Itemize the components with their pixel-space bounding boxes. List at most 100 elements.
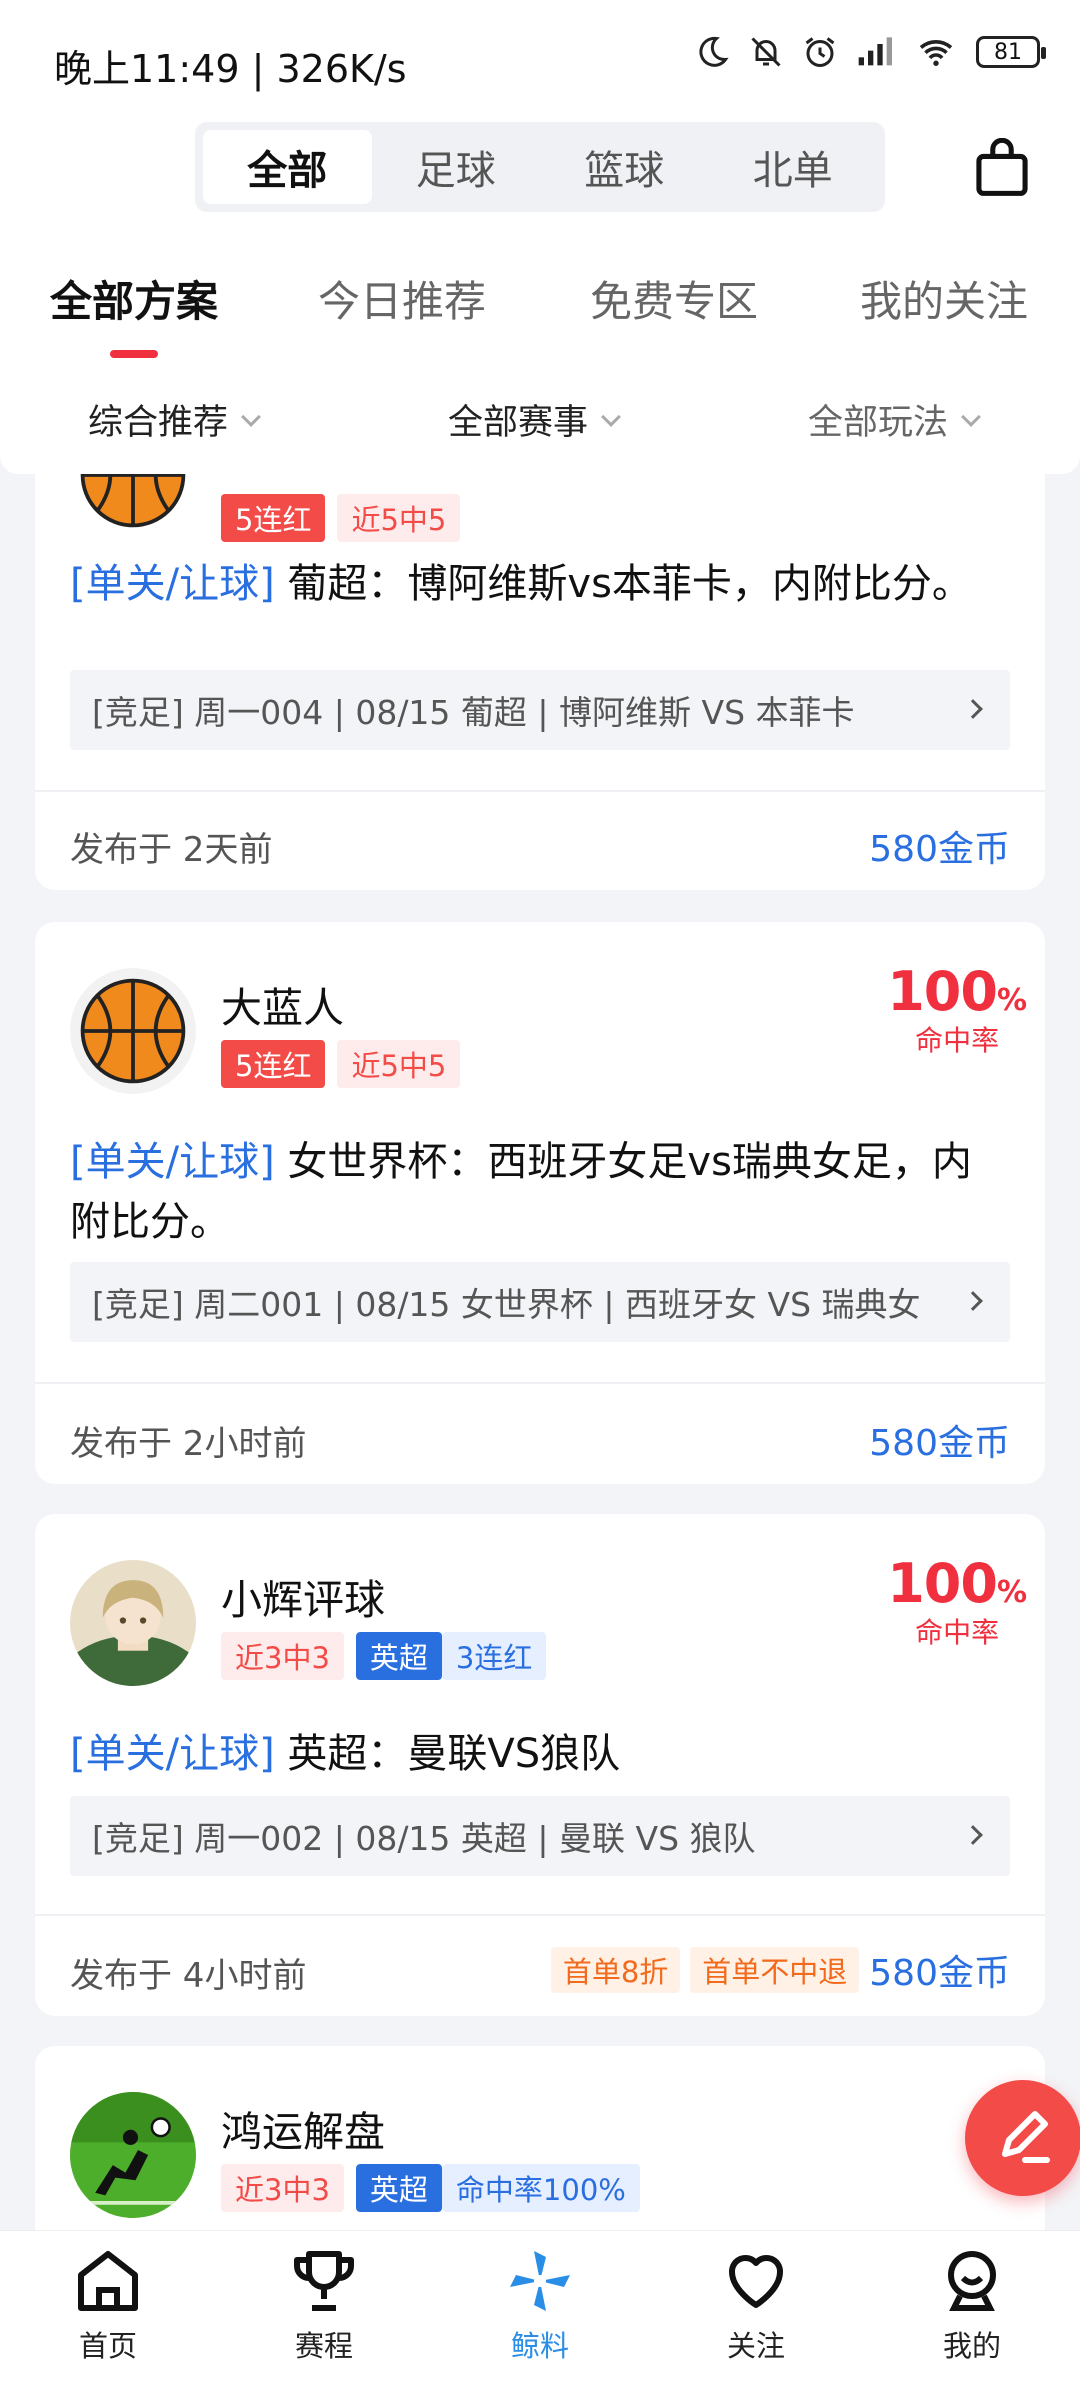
nav-profile-label: 我的 [942, 2329, 1001, 2363]
price: 580金币 [869, 1953, 1010, 1994]
trophy-icon [294, 2251, 354, 2311]
tab-all-plans[interactable]: 全部方案 [50, 268, 218, 329]
shopping-bag-icon[interactable] [974, 138, 1030, 198]
chevron-down-icon [241, 406, 261, 427]
nav-home[interactable]: 首页 [0, 2231, 216, 2400]
match-info[interactable]: [竞足] 周一002 | 08/15 英超 | 曼联 VS 狼队 [70, 1796, 1010, 1876]
plan-tabs: 全部方案 今日推荐 免费专区 我的关注 [0, 238, 1080, 364]
segment-beidan[interactable]: 北单 [709, 130, 878, 204]
recent-tag: 近3中3 [221, 1632, 344, 1680]
filter-playtype-label: 全部玩法 [808, 403, 949, 443]
nav-home-label: 首页 [78, 2329, 137, 2363]
plan-title[interactable]: [单关/让球] 女世界杯：西班牙女足vs瑞典女足，内附比分。 [70, 1132, 1005, 1252]
plan-title-text: 葡超：博阿维斯vs本菲卡，内附比分。 [274, 561, 972, 607]
filter-sort[interactable]: 综合推荐 [88, 394, 261, 445]
streak-tag: 5连红 [221, 1040, 326, 1088]
plan-type: [单关/让球] [70, 1139, 275, 1185]
refund-badge: 首单不中退 [690, 1947, 860, 1993]
price: 580金币 [869, 1423, 1010, 1464]
streak-tag: 3连红 [441, 1632, 547, 1680]
author-tags: 5连红 近5中5 [221, 1040, 461, 1088]
league-tag: 英超 [355, 1632, 442, 1680]
nav-follow-label: 关注 [726, 2329, 785, 2363]
nav-profile[interactable]: 我的 [864, 2231, 1080, 2400]
chevron-down-icon [961, 406, 981, 427]
segment-all[interactable]: 全部 [203, 130, 372, 204]
match-info[interactable]: [竞足] 周一004 | 08/15 葡超 | 博阿维斯 VS 本菲卡 [70, 670, 1010, 750]
chevron-right-icon [963, 1825, 983, 1845]
publish-time: 发布于 2小时前 [70, 1424, 307, 1464]
hit-rate: 100% 命中率 [887, 960, 1027, 1059]
author-avatar[interactable] [70, 968, 196, 1094]
tab-free-zone[interactable]: 免费专区 [590, 268, 758, 329]
nav-follow[interactable]: 关注 [648, 2231, 864, 2400]
plan-title[interactable]: [单关/让球] 葡超：博阿维斯vs本菲卡，内附比分。 [70, 554, 1005, 614]
hit-rate-label: 命中率 [915, 1616, 1000, 1649]
active-tab-indicator [110, 350, 158, 358]
price-area: 首单8折 首单不中退 580金币 [550, 1944, 1010, 1996]
pencil-icon [1002, 2111, 1050, 2163]
hit-rate: 100% 命中率 [887, 1552, 1027, 1651]
basketball-icon [70, 968, 196, 1094]
author-tags: 近3中3 英超 3连红 [221, 1632, 547, 1680]
top-bar: 全部 足球 篮球 北单 [0, 118, 1080, 238]
author-name[interactable]: 鸿运解盘 [221, 2098, 385, 2158]
hit-rate-unit: % [996, 1575, 1027, 1610]
pinwheel-icon [510, 2251, 570, 2311]
filter-sort-label: 综合推荐 [88, 403, 229, 443]
tab-today-recommend[interactable]: 今日推荐 [318, 268, 486, 329]
author-tags: 近3中3 英超 命中率100% [221, 2164, 640, 2212]
divider [35, 1914, 1045, 1916]
plan-type: [单关/让球] [70, 1731, 275, 1777]
streak-tag: 5连红 [221, 494, 326, 542]
hit-rate-value: 100 [887, 1552, 998, 1615]
alarm-icon [805, 37, 835, 67]
chevron-down-icon [601, 406, 621, 427]
author-name[interactable]: 大蓝人 [221, 974, 344, 1034]
nav-jingliao[interactable]: 鲸料 [432, 2231, 648, 2400]
publish-time: 发布于 2天前 [70, 830, 273, 870]
plan-card[interactable]: 5连红 近5中5 [单关/让球] 葡超：博阿维斯vs本菲卡，内附比分。 [竞足]… [35, 474, 1045, 890]
segment-football[interactable]: 足球 [372, 130, 541, 204]
match-text: [竞足] 周二001 | 08/15 女世界杯 | 西班牙女 VS 瑞典女 [92, 1285, 921, 1324]
divider [35, 1382, 1045, 1384]
status-bar: 晚上11:49 | 326K/s 81 [0, 0, 1080, 118]
bell-muted-icon [751, 37, 781, 67]
segment-basketball[interactable]: 篮球 [540, 130, 709, 204]
chevron-right-icon [963, 699, 983, 719]
price-area: 580金币 [869, 820, 1010, 872]
nav-schedule[interactable]: 赛程 [216, 2231, 432, 2400]
author-avatar[interactable] [70, 474, 196, 538]
author-avatar[interactable] [70, 2092, 196, 2218]
tab-my-follow[interactable]: 我的关注 [860, 268, 1028, 329]
plan-card[interactable]: 小辉评球 近3中3 英超 3连红 100% 命中率 [单关/让球] 英超：曼联VS… [35, 1514, 1045, 2016]
home-icon [78, 2251, 138, 2311]
write-plan-button[interactable] [965, 2080, 1080, 2196]
league-tag: 英超 [355, 2164, 442, 2212]
hit-rate-label: 命中率 [915, 1024, 1000, 1057]
chevron-right-icon [963, 1291, 983, 1311]
filter-events-label: 全部赛事 [448, 403, 589, 443]
author-name[interactable]: 小辉评球 [221, 1566, 385, 1626]
plan-title[interactable]: [单关/让球] 英超：曼联VS狼队 [70, 1724, 1005, 1784]
recent-tag: 近3中3 [221, 2164, 344, 2212]
sport-filter-segment: 全部 足球 篮球 北单 [195, 122, 885, 212]
filter-events[interactable]: 全部赛事 [448, 394, 621, 445]
bottom-navigation: 首页 赛程 鲸料 关注 我的 [0, 2230, 1080, 2400]
league-streak-tag: 英超 3连红 [355, 1632, 547, 1680]
hit-rate-value: 100 [887, 960, 998, 1023]
plan-card[interactable]: 鸿运解盘 近3中3 英超命中率100% 10 命中 [35, 2046, 1045, 2230]
plan-feed: 5连红 近5中5 [单关/让球] 葡超：博阿维斯vs本菲卡，内附比分。 [竞足]… [0, 474, 1080, 2230]
discount-badge: 首单8折 [550, 1947, 681, 1993]
match-info[interactable]: [竞足] 周二001 | 08/15 女世界杯 | 西班牙女 VS 瑞典女 [70, 1262, 1010, 1342]
filter-playtype[interactable]: 全部玩法 [808, 394, 981, 445]
battery-indicator: 81 [976, 36, 1046, 68]
divider [35, 790, 1045, 792]
plan-card[interactable]: 大蓝人 5连红 近5中5 100% 命中率 [单关/让球] 女世界杯：西班牙女足… [35, 922, 1045, 1484]
status-time: 晚上11:49 | 326K/s [54, 47, 407, 91]
author-avatar[interactable] [70, 1560, 196, 1686]
author-tags: 5连红 近5中5 [221, 494, 461, 542]
battery-level: 81 [994, 39, 1022, 65]
plan-type: [单关/让球] [70, 561, 275, 607]
soccer-player-avatar-icon [70, 2092, 196, 2218]
